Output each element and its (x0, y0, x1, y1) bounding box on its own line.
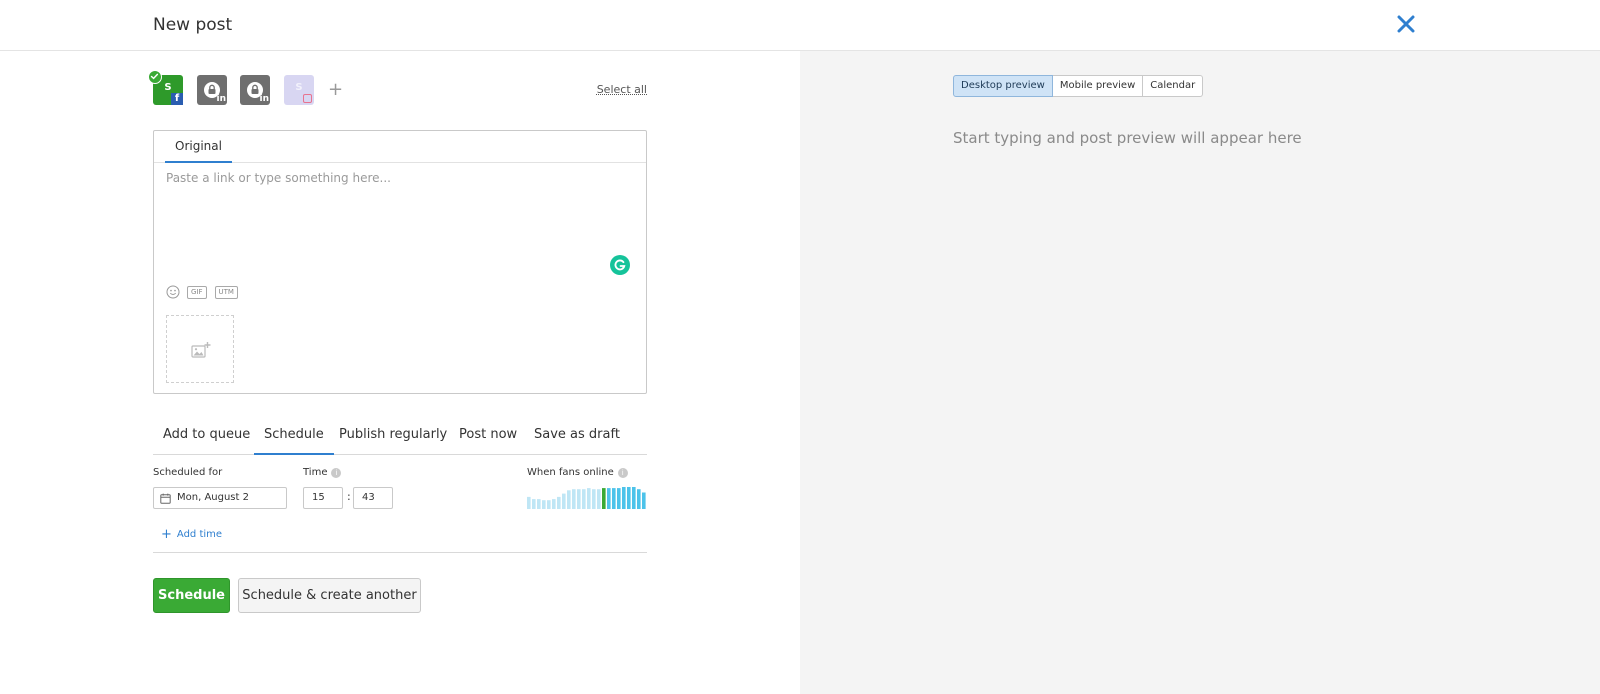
publish-mode-tabs: Add to queue Schedule Publish regularly … (153, 420, 647, 455)
fans-online-label-text: When fans online (527, 467, 614, 478)
scheduled-for-label: Scheduled for (153, 467, 223, 478)
fans-activity-bar (532, 499, 536, 509)
fans-activity-bar (627, 487, 631, 509)
info-icon[interactable]: i (617, 468, 628, 478)
modal-header: New post (0, 0, 1600, 51)
fans-activity-bar (617, 488, 621, 509)
utm-button[interactable]: UTM (214, 285, 238, 299)
fans-activity-bar (567, 490, 571, 509)
account-facebook[interactable]: S f (148, 70, 183, 105)
fans-activity-bar (642, 492, 646, 509)
date-value: Mon, August 2 (177, 492, 249, 503)
linkedin-icon: in (216, 94, 227, 104)
fans-activity-bar (622, 487, 626, 509)
divider (153, 552, 647, 553)
tab-original[interactable]: Original (165, 131, 232, 163)
fans-activity-bar (572, 489, 576, 509)
linkedin-icon: in (259, 94, 270, 104)
emoji-icon[interactable] (166, 285, 180, 299)
date-picker[interactable]: Mon, August 2 (153, 487, 287, 509)
tab-post-now[interactable]: Post now (449, 420, 527, 455)
fans-activity-bar (597, 489, 601, 509)
fans-activity-bar (592, 489, 596, 509)
time-label: Time i (303, 467, 342, 478)
tab-mobile-preview[interactable]: Mobile preview (1052, 75, 1144, 97)
plus-icon: + (161, 527, 172, 542)
schedule-button[interactable]: Schedule (153, 578, 230, 613)
info-icon[interactable]: i (331, 468, 342, 478)
time-separator: : (347, 490, 351, 503)
preview-placeholder: Start typing and post preview will appea… (953, 129, 1302, 147)
fans-activity-bar (547, 500, 551, 509)
tab-schedule[interactable]: Schedule (254, 420, 334, 455)
account-selector: S f in in S + Select all (148, 70, 647, 105)
fans-activity-bar (542, 500, 546, 509)
tab-save-as-draft[interactable]: Save as draft (524, 420, 630, 455)
gif-button[interactable]: GIF (187, 285, 207, 299)
close-icon[interactable] (1394, 12, 1418, 36)
fans-activity-bar (577, 489, 581, 509)
schedule-and-create-another-button[interactable]: Schedule & create another (238, 578, 421, 613)
editor-tabs: Original (154, 131, 646, 163)
time-label-text: Time (303, 467, 328, 478)
fans-activity-bar (527, 496, 531, 509)
preview-tabs: Desktop preview Mobile preview Calendar (953, 75, 1204, 97)
tab-publish-regularly[interactable]: Publish regularly (329, 420, 457, 455)
add-time-button[interactable]: + Add time (161, 527, 222, 542)
fans-activity-bar (562, 493, 566, 509)
fans-activity-bar (632, 487, 636, 509)
minute-input[interactable]: 43 (353, 487, 393, 509)
post-text-input[interactable]: Paste a link or type something here... (166, 171, 606, 185)
add-time-label: Add time (176, 529, 223, 540)
add-image-icon (191, 342, 211, 358)
fans-activity-bar (582, 489, 586, 509)
fans-activity-bar (612, 488, 616, 509)
hour-input[interactable]: 15 (303, 487, 343, 509)
facebook-icon: f (171, 93, 183, 105)
check-icon (148, 70, 162, 84)
fans-activity-bar (602, 488, 606, 509)
add-media-button[interactable] (166, 315, 234, 383)
fans-activity-bar (587, 488, 591, 509)
fans-activity-bar (552, 499, 556, 509)
fans-activity-bar (637, 489, 641, 509)
account-linkedin-1[interactable]: in (197, 75, 227, 105)
fans-online-chart[interactable] (527, 487, 647, 509)
fans-online-label: When fans online i (527, 467, 628, 478)
fans-activity-bar (607, 488, 611, 509)
tab-add-to-queue[interactable]: Add to queue (153, 420, 260, 455)
page-title: New post (153, 15, 233, 35)
account-instagram[interactable]: S (284, 75, 314, 105)
instagram-icon (303, 94, 312, 103)
select-all-link[interactable]: Select all (597, 83, 647, 96)
add-account-button[interactable]: + (328, 78, 343, 102)
calendar-icon (160, 493, 171, 504)
post-editor: Original Paste a link or type something … (153, 130, 647, 394)
grammarly-icon[interactable] (610, 255, 630, 275)
tab-calendar[interactable]: Calendar (1143, 75, 1204, 97)
fans-activity-bar (557, 496, 561, 509)
fans-activity-bar (537, 499, 541, 509)
editor-toolbar: GIF UTM (166, 285, 246, 299)
preview-pane: Desktop preview Mobile preview Calendar … (800, 51, 1600, 694)
account-linkedin-2[interactable]: in (240, 75, 270, 105)
tab-desktop-preview[interactable]: Desktop preview (953, 75, 1053, 97)
